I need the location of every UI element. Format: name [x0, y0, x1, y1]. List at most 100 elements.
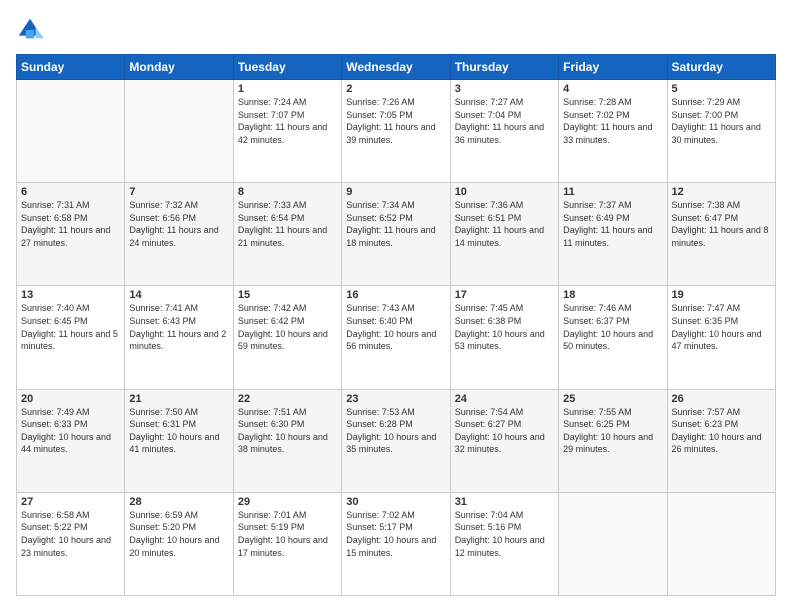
calendar-cell: 8Sunrise: 7:33 AMSunset: 6:54 PMDaylight… — [233, 183, 341, 286]
calendar-cell: 10Sunrise: 7:36 AMSunset: 6:51 PMDayligh… — [450, 183, 558, 286]
day-info: Sunrise: 7:53 AMSunset: 6:28 PMDaylight:… — [346, 406, 445, 456]
day-info: Sunrise: 7:57 AMSunset: 6:23 PMDaylight:… — [672, 406, 771, 456]
calendar-cell — [17, 80, 125, 183]
calendar-header-row: SundayMondayTuesdayWednesdayThursdayFrid… — [17, 55, 776, 80]
day-number: 7 — [129, 186, 228, 198]
calendar-cell — [667, 492, 775, 595]
day-info: Sunrise: 7:49 AMSunset: 6:33 PMDaylight:… — [21, 406, 120, 456]
calendar-day-header: Tuesday — [233, 55, 341, 80]
day-number: 31 — [455, 496, 554, 508]
logo-icon — [16, 16, 44, 44]
day-info: Sunrise: 7:01 AMSunset: 5:19 PMDaylight:… — [238, 509, 337, 559]
calendar-cell: 3Sunrise: 7:27 AMSunset: 7:04 PMDaylight… — [450, 80, 558, 183]
calendar-cell: 14Sunrise: 7:41 AMSunset: 6:43 PMDayligh… — [125, 286, 233, 389]
day-number: 19 — [672, 289, 771, 301]
day-number: 5 — [672, 83, 771, 95]
calendar-cell: 22Sunrise: 7:51 AMSunset: 6:30 PMDayligh… — [233, 389, 341, 492]
calendar-cell: 27Sunrise: 6:58 AMSunset: 5:22 PMDayligh… — [17, 492, 125, 595]
day-info: Sunrise: 7:37 AMSunset: 6:49 PMDaylight:… — [563, 199, 662, 249]
day-number: 6 — [21, 186, 120, 198]
calendar-cell: 9Sunrise: 7:34 AMSunset: 6:52 PMDaylight… — [342, 183, 450, 286]
calendar-cell: 11Sunrise: 7:37 AMSunset: 6:49 PMDayligh… — [559, 183, 667, 286]
day-info: Sunrise: 6:59 AMSunset: 5:20 PMDaylight:… — [129, 509, 228, 559]
day-info: Sunrise: 7:24 AMSunset: 7:07 PMDaylight:… — [238, 96, 337, 146]
day-number: 26 — [672, 393, 771, 405]
calendar-cell: 29Sunrise: 7:01 AMSunset: 5:19 PMDayligh… — [233, 492, 341, 595]
calendar-cell: 15Sunrise: 7:42 AMSunset: 6:42 PMDayligh… — [233, 286, 341, 389]
calendar-week-row: 13Sunrise: 7:40 AMSunset: 6:45 PMDayligh… — [17, 286, 776, 389]
day-number: 1 — [238, 83, 337, 95]
calendar-cell: 16Sunrise: 7:43 AMSunset: 6:40 PMDayligh… — [342, 286, 450, 389]
calendar-cell: 20Sunrise: 7:49 AMSunset: 6:33 PMDayligh… — [17, 389, 125, 492]
day-info: Sunrise: 7:34 AMSunset: 6:52 PMDaylight:… — [346, 199, 445, 249]
day-info: Sunrise: 7:28 AMSunset: 7:02 PMDaylight:… — [563, 96, 662, 146]
calendar-cell: 4Sunrise: 7:28 AMSunset: 7:02 PMDaylight… — [559, 80, 667, 183]
day-number: 29 — [238, 496, 337, 508]
day-number: 13 — [21, 289, 120, 301]
day-number: 8 — [238, 186, 337, 198]
day-info: Sunrise: 7:04 AMSunset: 5:16 PMDaylight:… — [455, 509, 554, 559]
page: SundayMondayTuesdayWednesdayThursdayFrid… — [0, 0, 792, 612]
calendar-cell: 19Sunrise: 7:47 AMSunset: 6:35 PMDayligh… — [667, 286, 775, 389]
day-info: Sunrise: 7:50 AMSunset: 6:31 PMDaylight:… — [129, 406, 228, 456]
day-info: Sunrise: 7:38 AMSunset: 6:47 PMDaylight:… — [672, 199, 771, 249]
calendar-cell — [559, 492, 667, 595]
day-info: Sunrise: 6:58 AMSunset: 5:22 PMDaylight:… — [21, 509, 120, 559]
day-number: 15 — [238, 289, 337, 301]
day-number: 24 — [455, 393, 554, 405]
calendar-cell: 5Sunrise: 7:29 AMSunset: 7:00 PMDaylight… — [667, 80, 775, 183]
calendar-cell: 7Sunrise: 7:32 AMSunset: 6:56 PMDaylight… — [125, 183, 233, 286]
day-info: Sunrise: 7:33 AMSunset: 6:54 PMDaylight:… — [238, 199, 337, 249]
day-number: 21 — [129, 393, 228, 405]
day-info: Sunrise: 7:41 AMSunset: 6:43 PMDaylight:… — [129, 302, 228, 352]
day-info: Sunrise: 7:45 AMSunset: 6:38 PMDaylight:… — [455, 302, 554, 352]
day-info: Sunrise: 7:47 AMSunset: 6:35 PMDaylight:… — [672, 302, 771, 352]
day-number: 2 — [346, 83, 445, 95]
day-number: 23 — [346, 393, 445, 405]
day-number: 4 — [563, 83, 662, 95]
day-info: Sunrise: 7:54 AMSunset: 6:27 PMDaylight:… — [455, 406, 554, 456]
day-number: 20 — [21, 393, 120, 405]
calendar-cell: 6Sunrise: 7:31 AMSunset: 6:58 PMDaylight… — [17, 183, 125, 286]
calendar-week-row: 6Sunrise: 7:31 AMSunset: 6:58 PMDaylight… — [17, 183, 776, 286]
day-info: Sunrise: 7:27 AMSunset: 7:04 PMDaylight:… — [455, 96, 554, 146]
day-info: Sunrise: 7:36 AMSunset: 6:51 PMDaylight:… — [455, 199, 554, 249]
calendar-day-header: Wednesday — [342, 55, 450, 80]
day-info: Sunrise: 7:40 AMSunset: 6:45 PMDaylight:… — [21, 302, 120, 352]
calendar-cell — [125, 80, 233, 183]
calendar-cell: 30Sunrise: 7:02 AMSunset: 5:17 PMDayligh… — [342, 492, 450, 595]
day-number: 18 — [563, 289, 662, 301]
day-info: Sunrise: 7:43 AMSunset: 6:40 PMDaylight:… — [346, 302, 445, 352]
calendar-day-header: Thursday — [450, 55, 558, 80]
day-number: 17 — [455, 289, 554, 301]
day-number: 10 — [455, 186, 554, 198]
calendar-day-header: Saturday — [667, 55, 775, 80]
logo — [16, 16, 48, 44]
day-info: Sunrise: 7:31 AMSunset: 6:58 PMDaylight:… — [21, 199, 120, 249]
day-info: Sunrise: 7:42 AMSunset: 6:42 PMDaylight:… — [238, 302, 337, 352]
calendar-cell: 1Sunrise: 7:24 AMSunset: 7:07 PMDaylight… — [233, 80, 341, 183]
day-number: 11 — [563, 186, 662, 198]
day-number: 14 — [129, 289, 228, 301]
day-number: 27 — [21, 496, 120, 508]
calendar-day-header: Monday — [125, 55, 233, 80]
calendar-cell: 23Sunrise: 7:53 AMSunset: 6:28 PMDayligh… — [342, 389, 450, 492]
calendar-week-row: 1Sunrise: 7:24 AMSunset: 7:07 PMDaylight… — [17, 80, 776, 183]
calendar-cell: 13Sunrise: 7:40 AMSunset: 6:45 PMDayligh… — [17, 286, 125, 389]
day-info: Sunrise: 7:02 AMSunset: 5:17 PMDaylight:… — [346, 509, 445, 559]
calendar-day-header: Sunday — [17, 55, 125, 80]
calendar-week-row: 27Sunrise: 6:58 AMSunset: 5:22 PMDayligh… — [17, 492, 776, 595]
calendar-cell: 25Sunrise: 7:55 AMSunset: 6:25 PMDayligh… — [559, 389, 667, 492]
day-info: Sunrise: 7:51 AMSunset: 6:30 PMDaylight:… — [238, 406, 337, 456]
calendar-day-header: Friday — [559, 55, 667, 80]
day-number: 12 — [672, 186, 771, 198]
calendar-week-row: 20Sunrise: 7:49 AMSunset: 6:33 PMDayligh… — [17, 389, 776, 492]
day-number: 9 — [346, 186, 445, 198]
day-info: Sunrise: 7:46 AMSunset: 6:37 PMDaylight:… — [563, 302, 662, 352]
day-number: 28 — [129, 496, 228, 508]
day-number: 30 — [346, 496, 445, 508]
day-info: Sunrise: 7:26 AMSunset: 7:05 PMDaylight:… — [346, 96, 445, 146]
day-number: 25 — [563, 393, 662, 405]
header — [16, 16, 776, 44]
day-number: 22 — [238, 393, 337, 405]
